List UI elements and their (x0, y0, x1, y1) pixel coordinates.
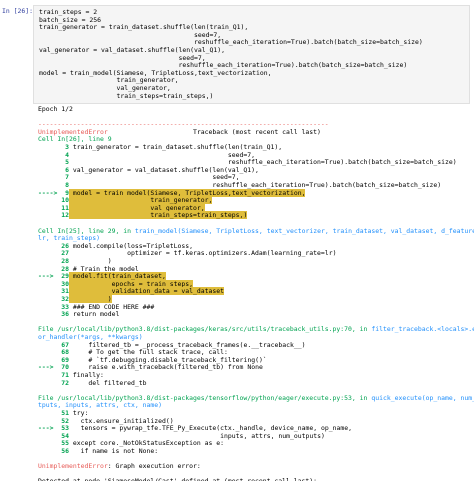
code-line: 72 del filtered_tb (38, 378, 147, 388)
code-line: train_steps=train_steps,) (39, 91, 214, 100)
arrow (38, 379, 57, 387)
code-text: if name is not None: (69, 447, 159, 455)
function-name: train_model (134, 226, 178, 235)
error-name: UnimplementedError (38, 462, 108, 471)
function-args: (Siamese, TripletLoss, text_vectorizer, … (177, 226, 474, 235)
final-error-line: UnimplementedError: Graph execution erro… (38, 462, 201, 471)
cell-prompt: In [26]: (2, 7, 34, 15)
line-number: 56 (57, 447, 70, 455)
arrow (38, 447, 57, 455)
code-text: return model (69, 310, 120, 319)
code-line: 36 return model (38, 310, 120, 319)
code-cell-input[interactable]: train_steps = 2 batch_size = 256 train_gen… (33, 5, 470, 104)
traceback-title: Traceback (most recent call last) (193, 127, 321, 136)
highlighted-code: model.fit(train_dataset, (69, 272, 166, 281)
code-text: reshuffle_each_iteration=True).batch(bat… (69, 181, 442, 189)
detected-text: Detected at node 'SiameseModel/Cast' def… (38, 477, 317, 481)
highlighted-code: train_steps=train_steps,) (69, 211, 248, 220)
cell-output: Epoch 1/2 -------------------------------… (33, 104, 474, 481)
error-message: : Graph execution error: (107, 462, 201, 471)
line-number: 36 (38, 310, 70, 319)
line-number: 12 (57, 211, 70, 220)
line-number: 72 (57, 378, 70, 387)
highlighted-code: train_generator, (69, 196, 213, 205)
frame-header-line: Cell In[25], line 29, in train_model(Sia… (38, 226, 474, 236)
text-span (108, 128, 193, 136)
epoch-line: Epoch 1/2 (38, 105, 73, 114)
highlighted-line: 12 train_steps=train_steps,) (38, 211, 248, 220)
code-line: 56 if name is not None: (38, 447, 159, 456)
code-text: del filtered_tb (69, 378, 147, 387)
arrow (38, 211, 57, 219)
function-name: filter_traceback.<locals>.err (371, 325, 474, 334)
function-name: quick_execute(op_name, num_ou (371, 393, 474, 402)
epoch-label: Epoch 1/2 (38, 105, 73, 113)
